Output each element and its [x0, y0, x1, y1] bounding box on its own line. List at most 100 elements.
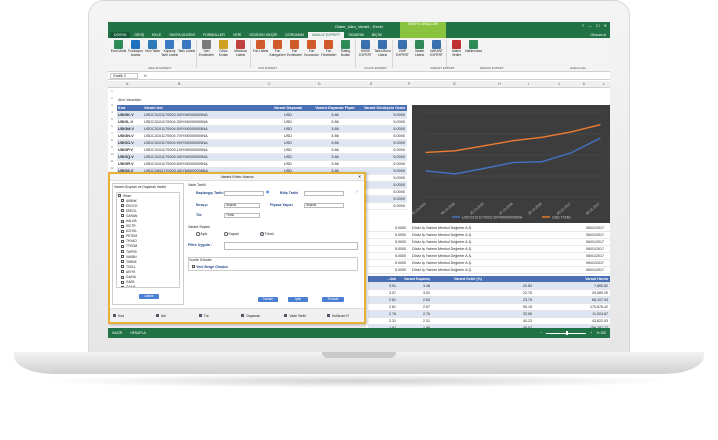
zoom-level[interactable]: % 100 — [596, 331, 606, 335]
ok-button[interactable]: Tamam — [258, 297, 278, 302]
tree-checkbox[interactable] — [121, 275, 124, 279]
table-row[interactable]: USIGL.V USDC3101170004.30IYM0000005NA USD 3… — [117, 119, 407, 126]
table-row[interactable]: USIGM.V USDC3101170004.50IYM0000005NA USD 3… — [117, 126, 407, 133]
ribbon-button-12[interactable]: Fon Kurucuları — [303, 40, 320, 66]
table-row[interactable]: 2.61 2.63 23.79 68,107.94 — [368, 297, 610, 304]
ribbon-button-20[interactable]: Makro Veriler — [448, 40, 465, 66]
table-cell[interactable]: Döviz İş Yatırım Menkul Değerler A.Ş. — [408, 233, 518, 237]
filter-input[interactable] — [224, 242, 358, 250]
table-cell[interactable]: 3.86 — [309, 134, 361, 138]
table-cell[interactable]: 22.76 — [484, 291, 534, 295]
table-row[interactable]: USIGP.V USDC3101170005.10IYM0000005NA USD 3… — [117, 147, 407, 154]
table-cell[interactable]: 5.0000 — [361, 148, 407, 152]
excel-target-input[interactable] — [188, 257, 358, 271]
calendar-icon[interactable]: ▦ — [266, 190, 269, 194]
tree-checkbox[interactable] — [121, 244, 124, 248]
table-cell[interactable]: 06/01/2017 — [518, 254, 610, 258]
table-cell[interactable]: USDC3101170005.10IYM0000005NA — [143, 148, 267, 152]
table-cell[interactable]: 5.0000 — [361, 183, 407, 187]
tree-checkbox[interactable] — [121, 229, 124, 233]
column-header-C[interactable]: C — [268, 82, 271, 86]
column-checkbox[interactable]: Dayanak — [241, 314, 278, 318]
checkbox[interactable] — [113, 314, 116, 317]
table-cell[interactable]: 32.06 — [484, 312, 534, 316]
table-cell[interactable]: USIGR.V — [117, 162, 143, 166]
tab-design[interactable]: TASARIM — [344, 32, 368, 38]
table-cell[interactable]: USDC3101170005.50IYM0000005NA — [143, 162, 267, 166]
table-row[interactable]: 5.0000 Döviz İş Yatırım Menkul Değerler A… — [368, 225, 610, 232]
checkbox[interactable] — [155, 314, 159, 317]
column-checkbox[interactable]: Kullanım Fi — [327, 314, 364, 318]
tree-checkbox[interactable] — [121, 250, 124, 254]
table-cell[interactable]: USDC3101170004.90IYM0000005NA — [143, 141, 267, 145]
row-number[interactable]: 12 — [108, 166, 116, 170]
row-number[interactable]: 7 — [108, 131, 116, 135]
column-header-L[interactable]: L — [603, 82, 605, 86]
radio-open[interactable]: Açık — [196, 232, 207, 236]
maximize-icon[interactable]: ☐ — [596, 23, 600, 28]
table-cell[interactable]: Döviz İş Yatırım Menkul Değerler A.Ş. — [408, 247, 518, 251]
header-dayanak[interactable]: Varant Dayanak — [267, 106, 309, 110]
table-row[interactable]: 2.76 2.76 32.06 11,924.67 — [368, 311, 610, 318]
table-cell[interactable]: 5.0000 — [361, 141, 407, 145]
market-maker-select[interactable]: Seçiniz — [304, 203, 344, 208]
table-cell[interactable]: USIGP.V — [117, 148, 143, 152]
ribbon-button-3[interactable]: Hızlı Tablo — [144, 40, 161, 66]
table-cell[interactable]: 5.0000 — [368, 261, 408, 265]
table-cell[interactable]: USIGQ.V — [117, 155, 143, 159]
tree-checkbox[interactable] — [121, 234, 124, 238]
table-cell[interactable]: 3.07 — [368, 291, 398, 295]
table-cell[interactable]: 06/01/2017 — [518, 226, 610, 230]
row-number[interactable]: 11 — [108, 159, 116, 163]
table-cell[interactable]: 3.86 — [309, 141, 361, 145]
table-cell[interactable]: 5.0000 — [368, 254, 408, 258]
table-cell[interactable]: USDC3101170004.50IYM0000005NA — [143, 127, 267, 131]
table-cell[interactable]: USD — [267, 141, 309, 145]
table-cell[interactable]: 7,665.82 — [534, 284, 610, 288]
column-header-I[interactable]: I — [528, 82, 529, 86]
column-header-K[interactable]: K — [583, 82, 585, 86]
table-cell[interactable]: 43,622.03 — [534, 319, 610, 323]
row-number[interactable]: 2 — [108, 96, 116, 100]
table-cell[interactable]: 2.76 — [398, 312, 432, 316]
table-cell[interactable]: USIGK.V — [117, 113, 143, 117]
table-cell[interactable]: 5.0000 — [361, 169, 407, 173]
column-header-D[interactable]: D — [318, 82, 321, 86]
column-checkbox[interactable]: Kod — [113, 314, 150, 318]
table-cell[interactable]: 50.15 — [484, 305, 534, 309]
table-cell[interactable]: 3.51 — [368, 284, 398, 288]
ribbon-button-17[interactable]: VİOP EXPERT — [394, 40, 411, 66]
table-cell[interactable]: 5.0000 — [361, 162, 407, 166]
issuer-select[interactable]: Seçiniz — [224, 203, 260, 208]
table-row[interactable]: USIGQ.V USDC3101170005.30IYM0000005NA USD 3… — [117, 154, 407, 161]
table-cell[interactable]: USD — [267, 120, 309, 124]
tree-checkbox[interactable] — [121, 265, 124, 269]
table-cell[interactable]: 2.61 — [368, 305, 398, 309]
table-cell[interactable]: 3.86 — [309, 162, 361, 166]
tree-checkbox[interactable] — [121, 280, 124, 284]
table-row[interactable]: 5.0000 Döviz İş Yatırım Menkul Değerler A… — [368, 267, 610, 274]
group-tree[interactable]: Hisse AKBNK EKGYO EREGL GARAN HALKB ISCTR KCHOL… — [116, 192, 180, 288]
ribbon-button-19[interactable]: VARANT EXPERT — [428, 40, 445, 66]
table-cell[interactable]: 2.57 — [398, 305, 432, 309]
table-cell[interactable]: 3.86 — [309, 148, 361, 152]
table-row[interactable]: USIGK.V USDC3101170003.30IYM0000005NA USD 3… — [117, 112, 407, 119]
header-dayanak-fiyati[interactable]: Varant Dayanak Fiyatı — [309, 106, 361, 110]
tree-checkbox[interactable] — [121, 260, 124, 264]
table-cell[interactable]: USD — [267, 148, 309, 152]
header-hacim[interactable]: Varant Hacim — [534, 277, 610, 281]
table-cell[interactable]: 5.0000 — [361, 197, 407, 201]
column-header-F[interactable]: F — [408, 82, 410, 86]
row-number[interactable]: 3 — [108, 103, 116, 107]
zoom-control[interactable]: − + % 100 — [540, 331, 606, 335]
tree-checkbox[interactable] — [121, 255, 124, 259]
table-row[interactable]: 5.0000 Döviz İş Yatırım Menkul Değerler A… — [368, 246, 610, 253]
table-cell[interactable]: USD — [267, 113, 309, 117]
end-date-input[interactable] — [304, 191, 344, 196]
ribbon-button-2[interactable]: Fonksiyon Arama — [127, 40, 144, 66]
tree-checkbox[interactable] — [121, 239, 124, 243]
tree-checkbox[interactable] — [118, 194, 121, 198]
table-cell[interactable]: USD — [267, 162, 309, 166]
table-row[interactable]: 5.0000 Döviz İş Yatırım Menkul Değerler A… — [368, 260, 610, 267]
table-cell[interactable]: 06/01/2017 — [518, 268, 610, 272]
